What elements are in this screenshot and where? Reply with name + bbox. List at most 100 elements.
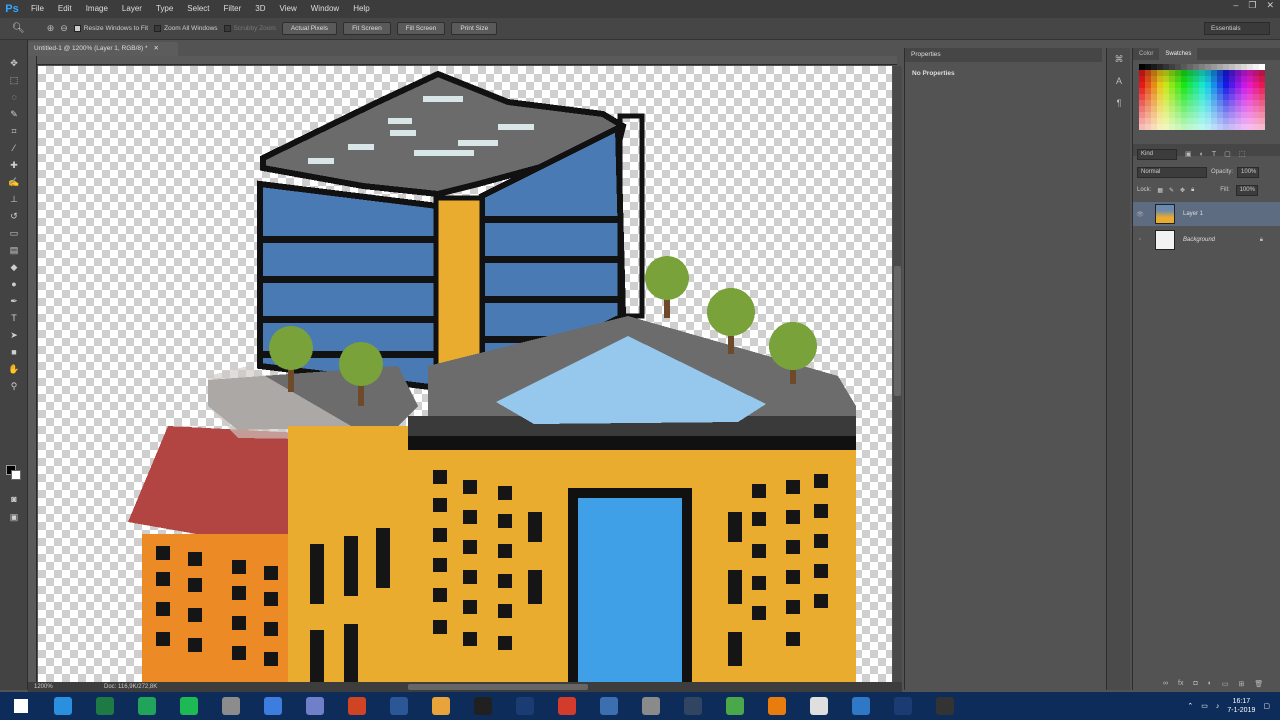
marquee-tool-icon[interactable]: ⬚ <box>4 72 24 88</box>
print-size-button[interactable]: Print Size <box>451 22 498 35</box>
actual-pixels-button[interactable]: Actual Pixels <box>281 22 338 35</box>
zoom-in-icon[interactable]: ⊕ <box>47 23 55 34</box>
menu-3d[interactable]: 3D <box>248 0 272 18</box>
swatches-grid[interactable] <box>1139 64 1269 130</box>
lasso-tool-icon[interactable]: ◌ <box>4 89 24 105</box>
scrubby-zoom-checkbox[interactable]: Scrubby Zoom <box>223 25 276 32</box>
scroll-thumb[interactable] <box>894 266 901 396</box>
zoom-tool-icon[interactable]: ⚲ <box>4 378 24 394</box>
blender-icon[interactable] <box>756 692 798 720</box>
layer-row-layer1[interactable]: 👁︎ Layer 1 <box>1133 202 1280 226</box>
menu-file[interactable]: File <box>24 0 51 18</box>
gradient-tool-icon[interactable]: ▤ <box>4 242 24 258</box>
quick-select-tool-icon[interactable]: ✎ <box>4 106 24 122</box>
character-panel-icon[interactable]: A <box>1111 76 1127 92</box>
filter-shape-icon[interactable]: ▢ <box>1224 150 1231 158</box>
app-icon[interactable] <box>588 692 630 720</box>
filter-pixel-icon[interactable]: ▣ <box>1185 150 1192 158</box>
layer-style-icon[interactable]: fx <box>1178 680 1183 688</box>
vertical-scrollbar[interactable] <box>893 66 902 682</box>
vpn-icon[interactable] <box>714 692 756 720</box>
properties-tab[interactable]: Properties <box>905 48 1102 62</box>
lock-all-icon[interactable]: 🔒︎ <box>1191 187 1194 194</box>
visibility-eye-icon[interactable]: 👁︎ <box>1133 211 1147 218</box>
new-group-icon[interactable]: ▭ <box>1222 680 1229 688</box>
link-layers-icon[interactable]: ∞ <box>1163 680 1168 688</box>
workspace-select[interactable]: Essentials <box>1204 22 1270 35</box>
kind-filter-select[interactable]: Kind <box>1137 148 1177 160</box>
document-canvas[interactable] <box>38 66 892 682</box>
zoom-level[interactable]: 1200% <box>34 682 53 692</box>
minimize-icon[interactable]: – <box>1233 0 1238 14</box>
spotify-icon[interactable] <box>168 692 210 720</box>
color-swatches[interactable] <box>6 465 22 481</box>
pen-tool-icon[interactable]: ✒ <box>4 293 24 309</box>
obs-icon[interactable] <box>462 692 504 720</box>
fill-input[interactable]: 100% <box>1235 184 1258 196</box>
menu-select[interactable]: Select <box>180 0 216 18</box>
tray-chevron-icon[interactable]: ⌃ <box>1187 702 1193 710</box>
menu-help[interactable]: Help <box>346 0 376 18</box>
tab-color[interactable]: Color <box>1133 48 1159 60</box>
screen-mode-icon[interactable]: ▣ <box>4 509 24 525</box>
tab-swatches[interactable]: Swatches <box>1159 48 1198 60</box>
zoom-tool-icon[interactable]: 🔍︎ <box>12 23 25 34</box>
eyedropper-tool-icon[interactable]: ⁄ <box>4 140 24 156</box>
obs-app-icon[interactable] <box>924 692 966 720</box>
quick-mask-icon[interactable]: ◙ <box>4 491 24 507</box>
blur-tool-icon[interactable]: ◆ <box>4 259 24 275</box>
healing-tool-icon[interactable]: ✚ <box>4 157 24 173</box>
hand-tool-icon[interactable]: ✋ <box>4 361 24 377</box>
move-tool-icon[interactable]: ✥ <box>4 55 24 71</box>
horizontal-scroll-thumb[interactable] <box>408 684 588 690</box>
volume-icon[interactable]: ♪ <box>1216 703 1220 710</box>
resize-windows-checkbox[interactable]: Resize Windows to Fit <box>73 25 148 32</box>
steam-icon[interactable] <box>672 692 714 720</box>
menu-view[interactable]: View <box>273 0 304 18</box>
opacity-input[interactable]: 100% <box>1237 166 1260 178</box>
layer-row-background[interactable]: ▫ Background 🔒︎ <box>1133 228 1280 252</box>
close-icon[interactable]: ✕ <box>1266 0 1274 14</box>
shield-app-icon[interactable] <box>252 692 294 720</box>
new-layer-icon[interactable]: ⊞ <box>1239 680 1245 688</box>
add-mask-icon[interactable]: ◘ <box>1193 680 1197 688</box>
history-brush-tool-icon[interactable]: ↺ <box>4 208 24 224</box>
settings-app-icon[interactable] <box>210 692 252 720</box>
paragraph-panel-icon[interactable]: ¶ <box>1111 98 1127 114</box>
visibility-eye-icon[interactable]: ▫ <box>1133 237 1147 243</box>
fill-screen-button[interactable]: Fill Screen <box>396 22 446 35</box>
mail-icon[interactable] <box>840 692 882 720</box>
brush-tool-icon[interactable]: ✍ <box>4 174 24 190</box>
clock[interactable]: 16:17 7-1-2019 <box>1227 697 1255 715</box>
discord-icon[interactable] <box>294 692 336 720</box>
network-icon[interactable]: ▭ <box>1201 702 1208 710</box>
menu-layer[interactable]: Layer <box>115 0 149 18</box>
layer-name[interactable]: Background <box>1183 237 1215 243</box>
menu-edit[interactable]: Edit <box>51 0 79 18</box>
history-panel-icon[interactable]: ⌘ <box>1111 54 1127 70</box>
path-select-tool-icon[interactable]: ➤ <box>4 327 24 343</box>
uplay-icon[interactable] <box>630 692 672 720</box>
lock-paint-icon[interactable]: ✎ <box>1169 187 1174 194</box>
files-icon[interactable] <box>798 692 840 720</box>
zoom-out-icon[interactable]: ⊖ <box>60 23 68 34</box>
type-tool-icon[interactable]: T <box>4 310 24 326</box>
crop-tool-icon[interactable]: ⌗ <box>4 123 24 139</box>
zoom-all-checkbox[interactable]: Zoom All Windows <box>154 25 218 32</box>
menu-window[interactable]: Window <box>304 0 346 18</box>
shape-tool-icon[interactable]: ■ <box>4 344 24 360</box>
sheets-icon[interactable] <box>126 692 168 720</box>
excel-icon[interactable] <box>84 692 126 720</box>
lock-move-icon[interactable]: ✥ <box>1180 187 1185 194</box>
layer-name[interactable]: Layer 1 <box>1183 211 1203 217</box>
fit-screen-button[interactable]: Fit Screen <box>343 22 391 35</box>
filter-adjust-icon[interactable]: ◐ <box>1200 151 1204 158</box>
photoshop-icon[interactable] <box>504 692 546 720</box>
windows-icon[interactable] <box>0 692 42 720</box>
close-tab-icon[interactable]: ✕ <box>154 45 159 52</box>
swatch[interactable] <box>1259 124 1265 130</box>
menu-type[interactable]: Type <box>149 0 180 18</box>
blend-mode-select[interactable]: Normal <box>1137 166 1207 178</box>
edge-icon[interactable] <box>42 692 84 720</box>
background-color[interactable] <box>11 470 21 480</box>
